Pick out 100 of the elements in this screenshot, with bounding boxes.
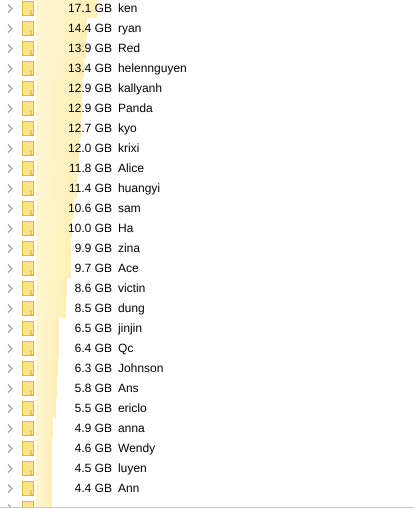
folder-icon bbox=[22, 180, 34, 196]
folder-name[interactable]: zina bbox=[118, 241, 140, 255]
chevron-icon[interactable] bbox=[7, 124, 13, 132]
folder-name[interactable]: helennguyen bbox=[118, 61, 187, 75]
folder-size: 4.6 GB bbox=[74, 441, 112, 455]
folder-size: 13.4 GB bbox=[68, 61, 112, 75]
chevron-icon[interactable] bbox=[7, 44, 13, 52]
folder-size: 5.5 GB bbox=[74, 401, 112, 415]
folder-icon bbox=[22, 260, 34, 276]
chevron-icon[interactable] bbox=[7, 384, 13, 392]
folder-name[interactable]: Alice bbox=[118, 161, 144, 175]
chevron-icon[interactable] bbox=[7, 24, 13, 32]
chevron-icon[interactable] bbox=[7, 464, 13, 472]
folder-icon bbox=[22, 40, 34, 56]
folder-icon bbox=[22, 220, 34, 236]
folder-size: 17.1 GB bbox=[68, 1, 112, 15]
folder-name[interactable]: victin bbox=[118, 281, 146, 295]
folder-icon bbox=[22, 480, 34, 496]
folder-icon bbox=[22, 80, 34, 96]
folder-size: 13.9 GB bbox=[68, 41, 112, 55]
folder-icon bbox=[22, 120, 34, 136]
folder-size: 4.9 GB bbox=[74, 421, 112, 435]
chevron-icon[interactable] bbox=[7, 424, 13, 432]
folder-size: 6.5 GB bbox=[74, 321, 112, 335]
folder-size: 11.8 GB bbox=[68, 161, 112, 175]
folder-icon bbox=[22, 360, 34, 376]
chevron-icon[interactable] bbox=[7, 264, 13, 272]
folder-size: 11.4 GB bbox=[68, 181, 112, 195]
folder-size: 12.9 GB bbox=[68, 81, 112, 95]
chevron-icon[interactable] bbox=[7, 324, 13, 332]
chevron-icon[interactable] bbox=[7, 444, 13, 452]
folder-size: 9.9 GB bbox=[74, 241, 112, 255]
chevron-icon[interactable] bbox=[7, 244, 13, 252]
chevron-icon[interactable] bbox=[7, 84, 13, 92]
folder-name[interactable]: Ace bbox=[118, 261, 139, 275]
chevron-icon[interactable] bbox=[7, 164, 13, 172]
folder-icon bbox=[22, 100, 34, 116]
folder-size: 9.7 GB bbox=[74, 261, 112, 275]
folder-name[interactable]: kyo bbox=[118, 121, 137, 135]
folder-icon bbox=[22, 160, 34, 176]
folder-size: 6.4 GB bbox=[74, 341, 112, 355]
folder-name[interactable]: anna bbox=[118, 421, 145, 435]
folder-name[interactable]: ken bbox=[118, 1, 138, 15]
folder-icon bbox=[22, 60, 34, 76]
folder-name[interactable]: jinjin bbox=[118, 321, 142, 335]
chevron-icon[interactable] bbox=[7, 404, 13, 412]
folder-name[interactable]: kallyanh bbox=[118, 81, 162, 95]
folder-name[interactable]: Ans bbox=[118, 381, 139, 395]
folder-icon bbox=[22, 200, 34, 216]
folder-name[interactable]: ryan bbox=[118, 21, 142, 35]
folder-icon bbox=[22, 300, 34, 316]
folder-name[interactable]: Ann bbox=[118, 481, 140, 495]
folder-name[interactable]: Wendy bbox=[118, 441, 156, 455]
folder-size: 4.4 GB bbox=[74, 481, 112, 495]
folder-icon bbox=[22, 340, 34, 356]
chevron-icon[interactable] bbox=[7, 4, 13, 12]
folder-name[interactable]: luyen bbox=[118, 461, 147, 475]
size-bar bbox=[36, 298, 66, 318]
chevron-icon[interactable] bbox=[7, 184, 13, 192]
chevron-icon[interactable] bbox=[7, 284, 13, 292]
folder-icon bbox=[22, 140, 34, 156]
folder-size: 4.5 GB bbox=[74, 461, 112, 475]
folder-size: 12.0 GB bbox=[68, 141, 112, 155]
folder-size: 10.0 GB bbox=[68, 221, 112, 235]
folder-name[interactable]: Qc bbox=[118, 341, 134, 355]
chevron-icon[interactable] bbox=[7, 104, 13, 112]
folder-size: 8.6 GB bbox=[74, 281, 112, 295]
folder-name[interactable]: huangyi bbox=[118, 181, 160, 195]
folder-size: 10.6 GB bbox=[68, 201, 112, 215]
folder-name[interactable]: sam bbox=[118, 201, 141, 215]
folder-size: 8.5 GB bbox=[74, 301, 112, 315]
chevron-icon[interactable] bbox=[7, 344, 13, 352]
folder-icon bbox=[22, 440, 34, 456]
chevron-icon[interactable] bbox=[7, 144, 13, 152]
folder-name[interactable]: Panda bbox=[118, 101, 153, 115]
folder-name[interactable]: dung bbox=[118, 301, 145, 315]
folder-name[interactable]: ericlo bbox=[118, 401, 147, 415]
folder-name[interactable]: Johnson bbox=[118, 361, 164, 375]
size-bar bbox=[36, 0, 97, 18]
chevron-icon[interactable] bbox=[7, 484, 13, 492]
folder-icon bbox=[22, 380, 34, 396]
chevron-icon[interactable] bbox=[7, 204, 13, 212]
folder-icon bbox=[22, 400, 34, 416]
folder-icon bbox=[22, 0, 34, 16]
folder-icon bbox=[22, 280, 34, 296]
folder-name[interactable]: krixi bbox=[118, 141, 140, 155]
folder-size: 14.4 GB bbox=[68, 21, 112, 35]
chevron-icon[interactable] bbox=[7, 64, 13, 72]
folder-icon bbox=[22, 460, 34, 476]
folder-size: 5.8 GB bbox=[74, 381, 112, 395]
folder-icon bbox=[22, 20, 34, 36]
folder-icon bbox=[22, 420, 34, 436]
folder-size: 12.7 GB bbox=[68, 121, 112, 135]
folder-name[interactable]: Ha bbox=[118, 221, 134, 235]
chevron-icon[interactable] bbox=[7, 304, 13, 312]
folder-icon bbox=[22, 320, 34, 336]
folder-size: 12.9 GB bbox=[68, 101, 112, 115]
chevron-icon[interactable] bbox=[7, 364, 13, 372]
chevron-icon[interactable] bbox=[7, 224, 13, 232]
folder-name[interactable]: Red bbox=[118, 41, 140, 55]
